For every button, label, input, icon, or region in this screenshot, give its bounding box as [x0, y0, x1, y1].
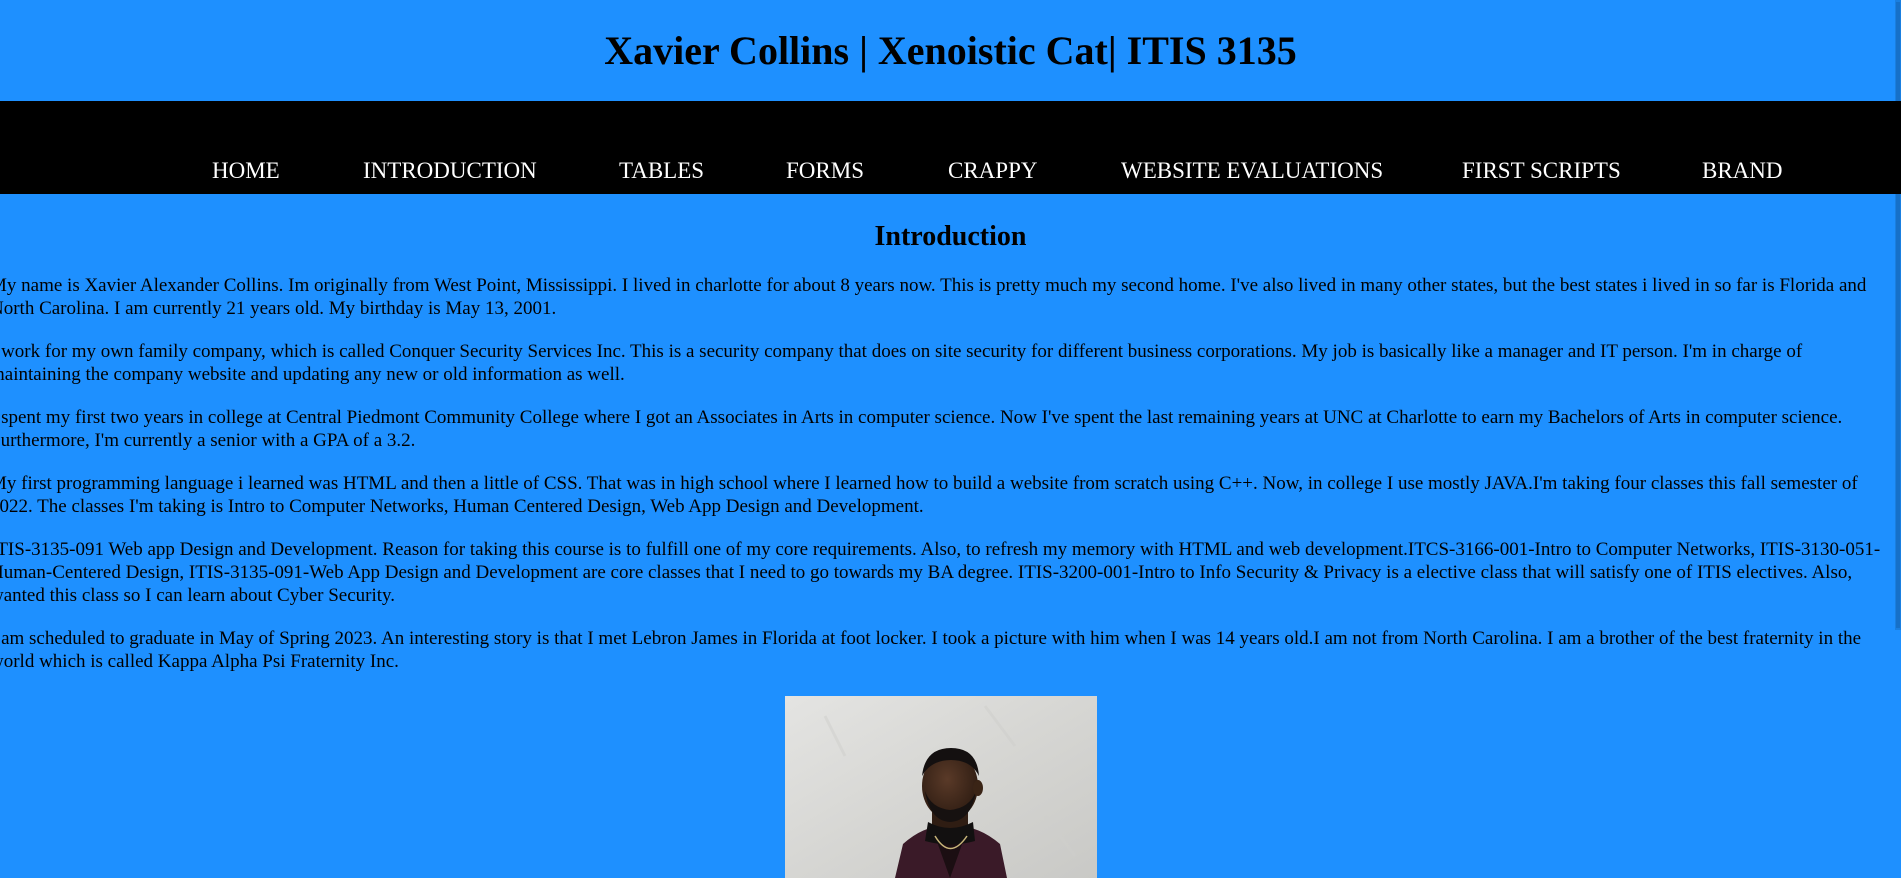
nav-item-first-scripts[interactable]: FIRST SCRIPTS [1462, 157, 1621, 185]
nav-item-forms[interactable]: FORMS [786, 157, 864, 185]
section-heading: Introduction [874, 221, 1027, 252]
nav-item-brand[interactable]: BRAND [1702, 157, 1783, 185]
main-nav: HOME INTRODUCTION TABLES FORMS CRAPPY WE… [0, 101, 1901, 194]
nav-list: HOME INTRODUCTION TABLES FORMS CRAPPY WE… [0, 157, 1901, 185]
scrollbar-track[interactable] [1895, 0, 1901, 630]
intro-paragraphs: My name is Xavier Alexander Collins. Im … [0, 274, 1890, 673]
page-title: Xavier Collins | Xenoistic Cat| ITIS 313… [604, 28, 1297, 73]
portrait-image [785, 696, 1097, 878]
nav-item-introduction[interactable]: INTRODUCTION [363, 157, 537, 185]
nav-item-tables[interactable]: TABLES [619, 157, 704, 185]
site-header: Xavier Collins | Xenoistic Cat| ITIS 313… [0, 0, 1901, 101]
nav-item-website-evaluations[interactable]: WEBSITE EVALUATIONS [1121, 157, 1383, 185]
intro-paragraph-4: My first programming language i learned … [0, 473, 1858, 517]
intro-paragraph-6: I am scheduled to graduate in May of Spr… [0, 628, 1862, 672]
intro-paragraph-1: My name is Xavier Alexander Collins. Im … [0, 275, 1867, 319]
intro-paragraph-5: ITIS-3135-091 Web app Design and Develop… [0, 539, 1881, 606]
intro-paragraph-3: I spent my first two years in college at… [0, 407, 1843, 451]
nav-item-crappy[interactable]: CRAPPY [948, 157, 1037, 185]
scrollbar-thumb[interactable] [1896, 2, 1900, 628]
main-content: Introduction My name is Xavier Alexander… [0, 220, 1901, 673]
intro-paragraph-2: I work for my own family company, which … [0, 341, 1803, 385]
profile-photo [785, 696, 1097, 878]
nav-item-home[interactable]: HOME [212, 157, 280, 185]
